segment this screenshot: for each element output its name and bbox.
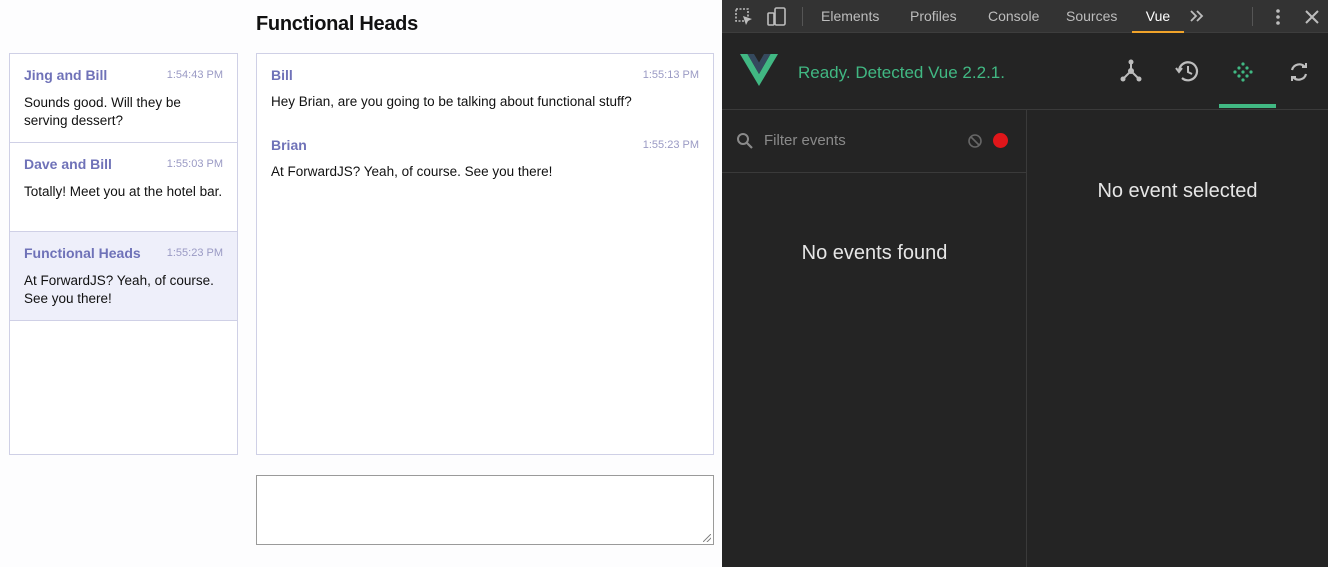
message: Bill 1:55:13 PM Hey Brian, are you going… [257,54,713,124]
search-icon [736,132,754,155]
devtools-tabbar: Elements Profiles Console Sources Vue [722,0,1328,33]
message-author: Brian [271,137,307,153]
message: Brian 1:55:23 PM At ForwardJS? Yeah, of … [257,124,713,194]
event-filter-input[interactable]: Filter events [764,132,846,149]
message-author: Bill [271,67,293,83]
close-icon[interactable] [1301,6,1323,28]
record-events-icon[interactable] [993,133,1008,148]
message-list: Bill 1:55:13 PM Hey Brian, are you going… [256,53,714,455]
thread-time: 1:55:03 PM [166,158,223,170]
thread-preview: Sounds good. Will they be serving desser… [24,95,181,128]
message-time: 1:55:13 PM [642,69,699,81]
thread-item[interactable]: Dave and Bill 1:55:03 PM Totally! Meet y… [10,143,237,232]
resize-grip-icon[interactable] [703,534,711,542]
tab-sources[interactable]: Sources [1066,0,1117,33]
more-vertical-icon[interactable] [1267,6,1289,28]
clear-events-icon[interactable] [967,133,983,154]
devtools-panel: Elements Profiles Console Sources Vue Re… [722,0,1328,567]
event-filter-bar[interactable]: Filter events [722,110,1026,173]
message-time: 1:55:23 PM [642,139,699,151]
thread-time: 1:55:23 PM [166,247,223,259]
double-chevron-right-icon[interactable] [1188,7,1210,29]
tab-vue[interactable]: Vue [1132,0,1184,33]
message-body: Hey Brian, are you going to be talking a… [271,94,632,109]
thread-time: 1:54:43 PM [166,69,223,81]
message-body: At ForwardJS? Yeah, of course. See you t… [271,164,553,179]
thread-list: Jing and Bill 1:54:43 PM Sounds good. Wi… [9,53,238,455]
active-tab-indicator [1219,104,1276,108]
device-toolbar-icon[interactable] [766,6,788,28]
vue-logo-icon [740,53,778,92]
tab-console[interactable]: Console [988,0,1039,33]
page-title: Functional Heads [256,13,418,35]
refresh-icon[interactable] [1282,55,1316,89]
inspect-element-icon[interactable] [733,6,755,28]
events-pane: Filter events No events found [722,110,1027,567]
empty-events-message: No events found [801,242,948,264]
empty-selection-message: No event selected [1097,180,1258,202]
thread-preview: Totally! Meet you at the hotel bar. [24,184,223,199]
message-composer[interactable] [256,475,714,545]
components-tree-icon[interactable] [1114,55,1148,89]
vue-devtools-header: Ready. Detected Vue 2.2.1. [722,33,1328,110]
vue-status-text: Ready. Detected Vue 2.2.1. [798,63,1005,82]
event-detail-pane: No event selected [1027,110,1328,567]
chat-app: Functional Heads Jing and Bill 1:54:43 P… [0,0,722,567]
thread-preview: At ForwardJS? Yeah, of course. See you t… [24,273,214,306]
tab-elements[interactable]: Elements [821,0,879,33]
thread-item[interactable]: Jing and Bill 1:54:43 PM Sounds good. Wi… [10,54,237,143]
events-icon[interactable] [1226,55,1260,89]
toolbar-divider [1252,7,1253,26]
thread-item-active[interactable]: Functional Heads 1:55:23 PM At ForwardJS… [10,232,237,321]
vuex-history-icon[interactable] [1170,55,1204,89]
tab-profiles[interactable]: Profiles [910,0,957,33]
toolbar-divider [802,7,803,26]
